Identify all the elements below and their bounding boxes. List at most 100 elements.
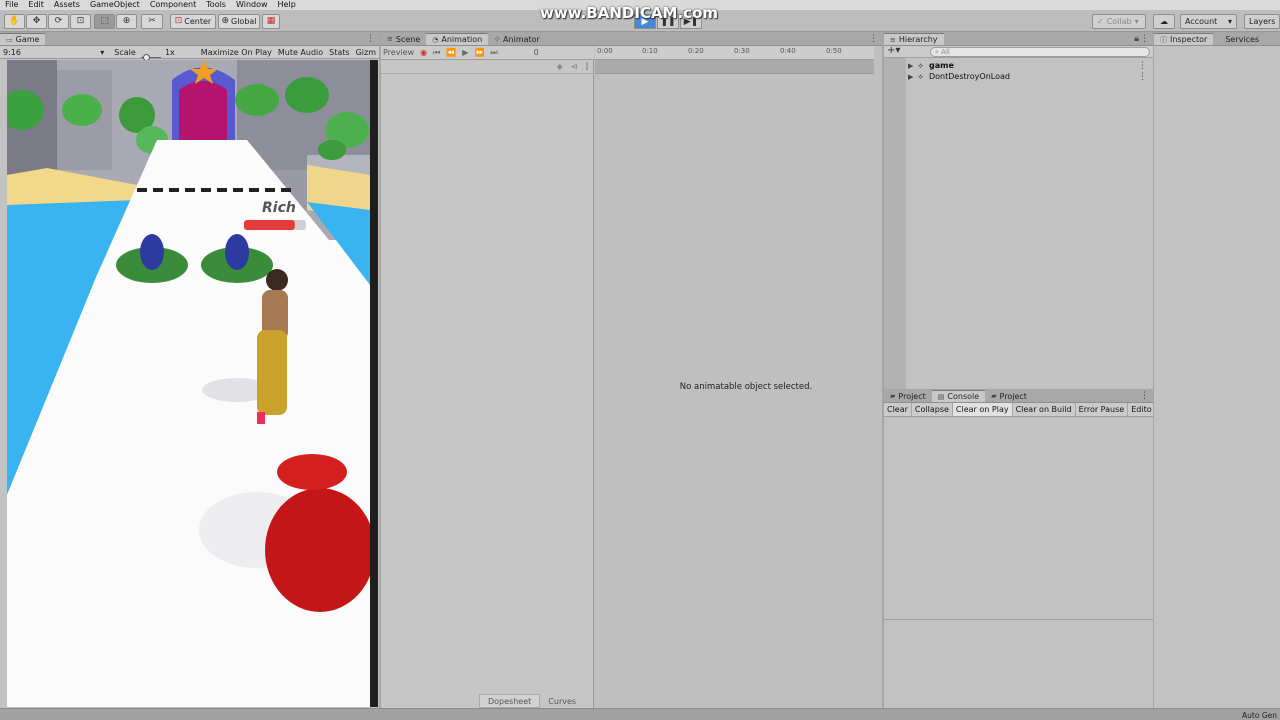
tab-console[interactable]: ▤ Console xyxy=(931,390,986,402)
unity-scene-icon: ⟡ xyxy=(918,71,924,81)
last-key-icon[interactable]: ⏭ xyxy=(490,48,497,58)
menu-window[interactable]: Window xyxy=(231,0,273,10)
cloud-button[interactable]: ☁ xyxy=(1153,14,1175,29)
timeline-tick: 0:40 xyxy=(780,47,796,55)
rotate-tool-button[interactable]: ⟳ xyxy=(48,14,69,29)
play-icon[interactable]: ▶ xyxy=(462,48,468,57)
next-key-icon[interactable]: ⏩ xyxy=(474,48,484,57)
hierarchy-item-dontdestroyonload[interactable]: ▶ ⟡ DontDestroyOnLoad ⋮ xyxy=(884,71,1153,82)
editor-dropdown[interactable]: Edito xyxy=(1128,403,1153,416)
console-tabbar: ▰ Project ▤ Console ▰ Project ⋮ xyxy=(884,390,1153,403)
event-icon[interactable]: ⫿ xyxy=(585,62,588,72)
rotate-icon: ⟳ xyxy=(54,16,63,26)
animation-timeline-pane: 0:00 0:10 0:20 0:30 0:40 0:50 xyxy=(595,46,882,708)
timeline-tick: 0:30 xyxy=(734,47,750,55)
scale-icon: ⊡ xyxy=(76,16,85,26)
account-dropdown[interactable]: Account ▾ xyxy=(1180,14,1237,29)
tab-curves[interactable]: Curves xyxy=(540,694,584,708)
tab-hierarchy[interactable]: ≡ Hierarchy xyxy=(884,33,944,45)
clear-button[interactable]: Clear xyxy=(884,403,912,416)
record-icon[interactable]: ◉ xyxy=(420,48,427,57)
error-pause-toggle[interactable]: Error Pause xyxy=(1076,403,1129,416)
first-key-icon[interactable]: ⏮ xyxy=(433,48,440,58)
game-view[interactable]: Rich xyxy=(7,60,370,707)
scale-tool-button[interactable]: ⊡ xyxy=(70,14,91,29)
rect-tool-button[interactable]: ⬚ xyxy=(94,14,115,29)
tab-services[interactable]: Services xyxy=(1219,33,1265,45)
menu-tools[interactable]: Tools xyxy=(201,0,231,10)
hierarchy-search-input[interactable]: ⌕ All xyxy=(930,47,1150,57)
menu-edit[interactable]: Edit xyxy=(23,0,49,10)
layers-dropdown[interactable]: Layers xyxy=(1244,14,1280,29)
hierarchy-item-label: game xyxy=(929,61,954,70)
console-splitter[interactable] xyxy=(884,619,1153,620)
add-event-icon[interactable]: ⊲ xyxy=(571,62,578,71)
scene-icon: ≡ xyxy=(387,35,393,43)
tab-scene[interactable]: ≡ Scene xyxy=(381,33,426,45)
tab-game[interactable]: ▭ Game xyxy=(0,33,46,45)
cloud-icon: ☁ xyxy=(1160,17,1168,26)
kebab-menu-icon[interactable]: ⋮ xyxy=(1138,72,1147,82)
kebab-menu-icon[interactable]: ⋮ xyxy=(1140,391,1149,401)
tab-inspector[interactable]: ⓘ Inspector xyxy=(1154,33,1214,45)
grid-snap-button[interactable]: ▦ xyxy=(262,14,280,29)
timeline-tick: 0:10 xyxy=(642,47,658,55)
collapse-toggle[interactable]: Collapse xyxy=(912,403,953,416)
clear-on-build-toggle[interactable]: Clear on Build xyxy=(1013,403,1076,416)
tab-animator[interactable]: ⊹ Animator xyxy=(488,33,546,45)
custom-tool-button[interactable]: ✂ xyxy=(141,14,163,29)
tab-project-2-label: Project xyxy=(999,391,1027,401)
add-keyframe-icon[interactable]: ◈ xyxy=(557,62,563,71)
menu-assets[interactable]: Assets xyxy=(49,0,85,10)
transform-icon: ⊕ xyxy=(122,16,131,26)
preview-button[interactable]: Preview xyxy=(383,48,414,57)
pivot-label: Center xyxy=(184,17,212,26)
timeline-tick: 0:20 xyxy=(688,47,704,55)
game-toolbar: 9:16 ▾ Scale 1x Maximize On Play Mute Au… xyxy=(0,46,379,61)
kebab-menu-icon[interactable]: ⋮ xyxy=(869,34,878,44)
rect-icon: ⬚ xyxy=(100,16,109,26)
event-lane[interactable] xyxy=(595,60,874,74)
animation-controls: Preview ◉ ⏮ ⏪ ▶ ⏩ ⏭ 0 xyxy=(381,46,594,60)
kebab-menu-icon[interactable]: ⋮ xyxy=(366,34,375,44)
clear-on-play-toggle[interactable]: Clear on Play xyxy=(952,403,1013,416)
rich-label: Rich xyxy=(262,200,296,216)
timeline-ruler[interactable]: 0:00 0:10 0:20 0:30 0:40 0:50 xyxy=(595,46,874,60)
kebab-menu-icon[interactable]: ⋮ xyxy=(1138,61,1147,71)
runner-head xyxy=(266,269,288,291)
pivot-toggle[interactable]: ⊡ Center xyxy=(170,14,216,29)
menu-gameobject[interactable]: GameObject xyxy=(85,0,145,10)
hierarchy-item-game[interactable]: ▶ ⟡ game ⋮ xyxy=(884,60,1153,71)
scale-value: 1x xyxy=(164,47,175,57)
prev-key-icon[interactable]: ⏪ xyxy=(446,48,456,57)
tab-inspector-label: Inspector xyxy=(1170,35,1208,44)
tab-animation[interactable]: ◔ Animation xyxy=(426,33,489,45)
menu-file[interactable]: File xyxy=(0,0,23,10)
custom-tool-icon: ✂ xyxy=(148,16,156,26)
stats-toggle[interactable]: Stats xyxy=(326,48,352,57)
lock-icon[interactable]: 🔒︎ xyxy=(1134,34,1139,44)
game-view-scrollbar[interactable] xyxy=(370,60,378,707)
expand-arrow-icon[interactable]: ▶ xyxy=(908,62,913,70)
add-icon[interactable]: +▾ xyxy=(887,45,900,56)
tab-project[interactable]: ▰ Project xyxy=(884,390,932,402)
menu-component[interactable]: Component xyxy=(145,0,201,10)
expand-arrow-icon[interactable]: ▶ xyxy=(908,73,913,81)
transform-tool-button[interactable]: ⊕ xyxy=(116,14,137,29)
hand-tool-button[interactable]: ✋ xyxy=(4,14,25,29)
watermark: www.BANDICAM.com xyxy=(540,4,719,22)
tab-project-2[interactable]: ▰ Project xyxy=(985,390,1033,402)
menu-help[interactable]: Help xyxy=(273,0,301,10)
frame-field[interactable]: 0 xyxy=(534,48,539,57)
collab-button[interactable]: ✓ Collab ▾ xyxy=(1092,14,1146,29)
space-toggle[interactable]: ⊕ Global xyxy=(218,14,260,29)
maximize-on-play-toggle[interactable]: Maximize On Play xyxy=(198,48,275,57)
move-tool-button[interactable]: ✥ xyxy=(26,14,47,29)
hierarchy-icon: ≡ xyxy=(890,35,896,44)
status-bar: Auto Gen xyxy=(0,708,1280,720)
kebab-menu-icon[interactable]: ⋮ xyxy=(1140,34,1149,44)
aspect-dropdown[interactable]: 9:16 xyxy=(0,48,105,57)
gizmos-toggle[interactable]: Gizm xyxy=(353,48,379,57)
mute-audio-toggle[interactable]: Mute Audio xyxy=(275,48,326,57)
tab-dopesheet[interactable]: Dopesheet xyxy=(479,694,541,708)
